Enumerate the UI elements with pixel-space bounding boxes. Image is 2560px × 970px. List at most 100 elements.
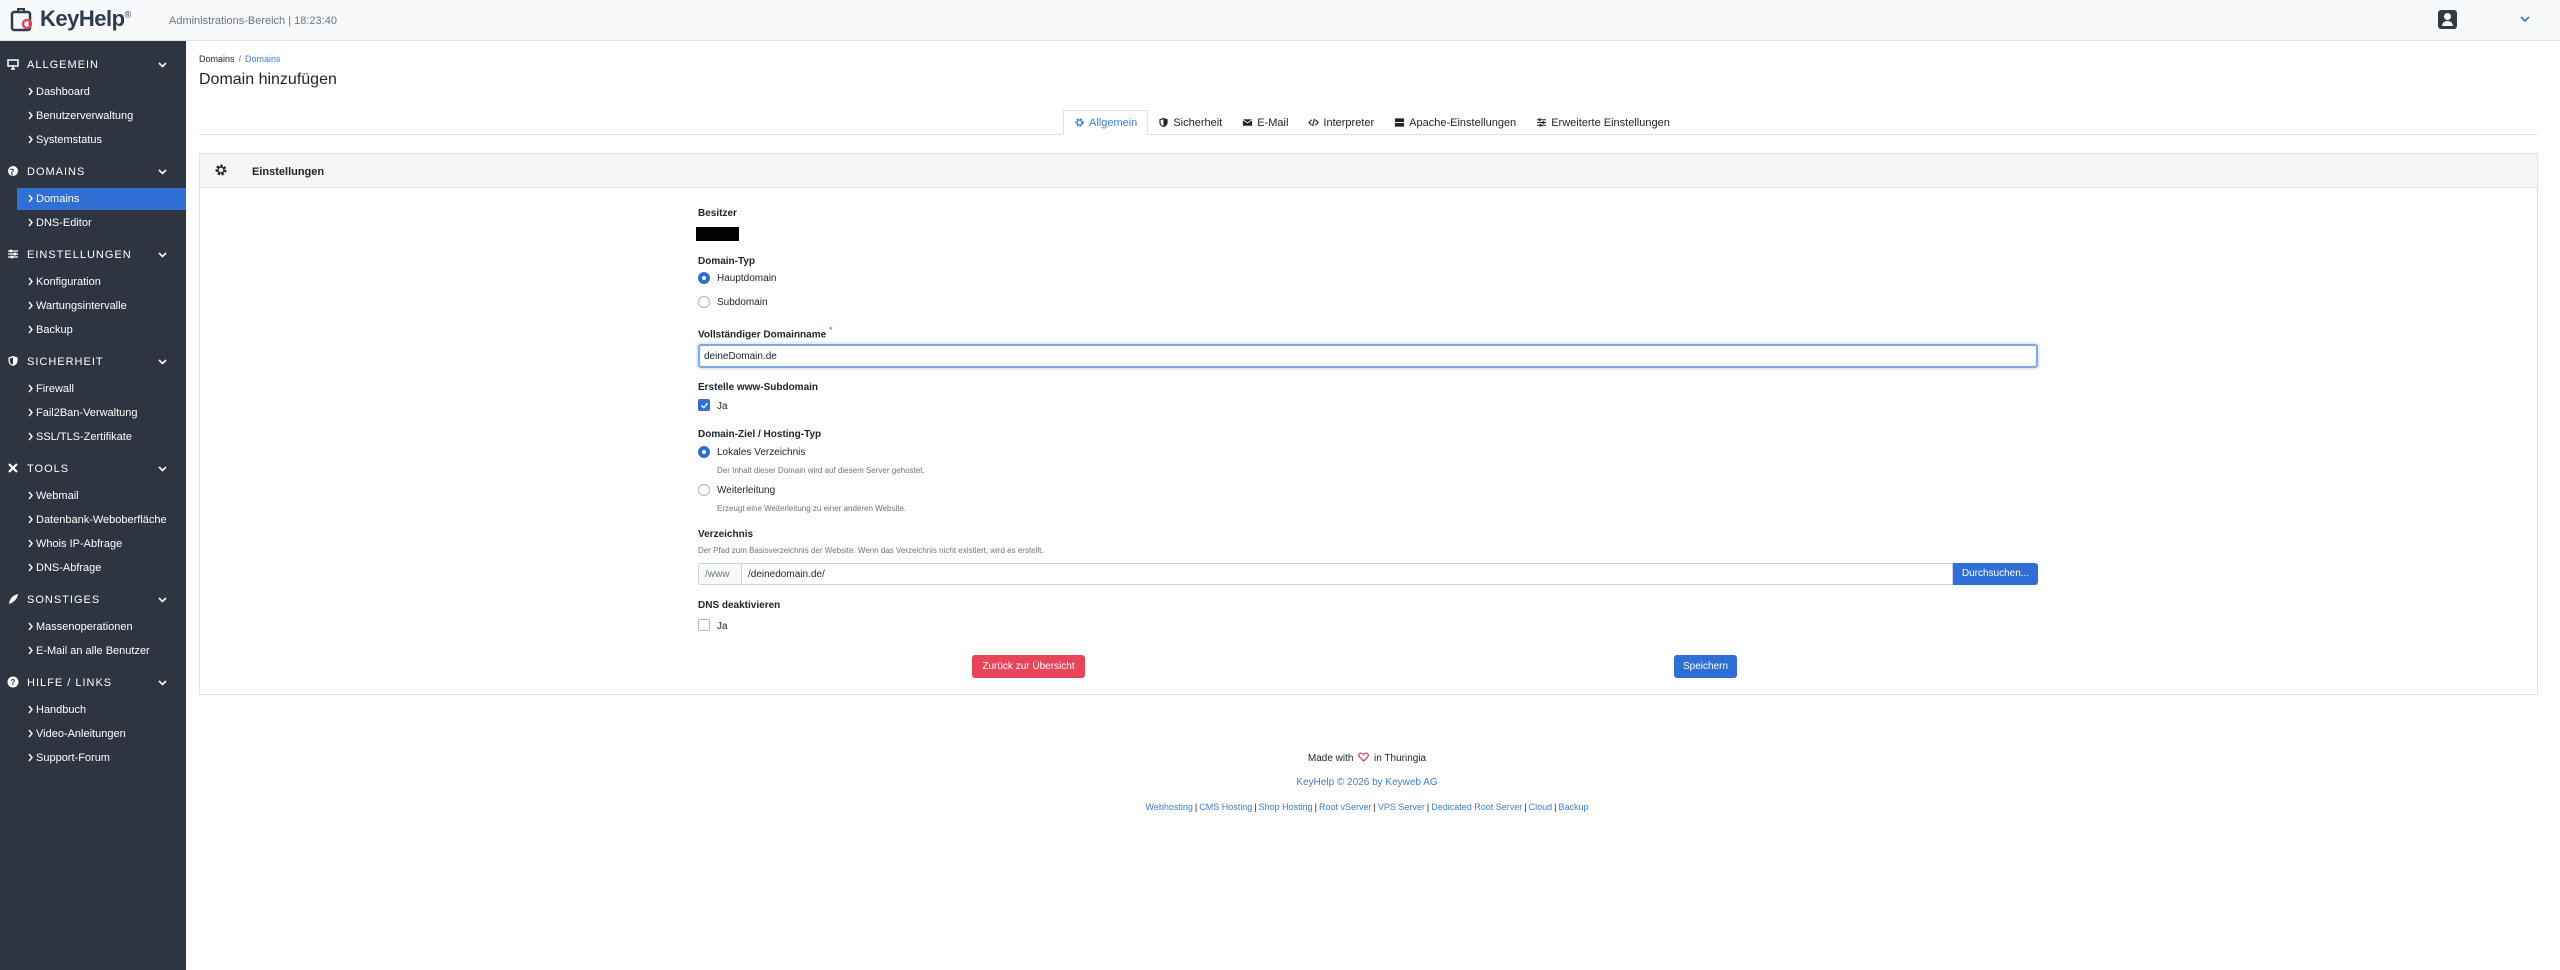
chevron-down-icon[interactable]: [2518, 12, 2532, 26]
sidebar-section-label: DOMAINS: [27, 166, 86, 178]
sidebar-item-fail2ban[interactable]: Fail2Ban-Verwaltung: [17, 402, 186, 424]
browse-button[interactable]: Durchsuchen...: [1953, 563, 2038, 585]
chevron-down-icon: [158, 62, 167, 68]
sidebar-item-domains[interactable]: Domains: [17, 188, 186, 210]
sidebar-section-hilfe[interactable]: ? HILFE / LINKS: [0, 667, 186, 697]
sidebar-item-video-anleitungen[interactable]: Video-Anleitungen: [17, 723, 186, 745]
sidebar-item-label: DNS-Abfrage: [36, 562, 102, 574]
footer-link-cms-hosting[interactable]: CMS Hosting: [1199, 802, 1252, 812]
sidebar-item-label: DNS-Editor: [36, 217, 92, 229]
radio-subdomain[interactable]: [698, 296, 710, 308]
footer-link-webhosting[interactable]: Webhosting: [1146, 802, 1193, 812]
sidebar-item-benutzerverwaltung[interactable]: Benutzerverwaltung: [17, 105, 186, 127]
keyhelp-logo-icon: [10, 6, 36, 32]
www-subdomain-checkbox[interactable]: [698, 399, 710, 411]
sidebar-item-email-all-users[interactable]: E-Mail an alle Benutzer: [17, 640, 186, 662]
sidebar-item-whois[interactable]: Whois IP-Abfrage: [17, 533, 186, 555]
option-subdomain: Subdomain: [717, 297, 768, 308]
dns-disable-checkbox[interactable]: [698, 619, 710, 631]
back-to-overview-button[interactable]: Zurück zur Übersicht: [972, 655, 1085, 678]
sidebar-section-tools[interactable]: TOOLS: [0, 453, 186, 483]
footer-copyright[interactable]: KeyHelp © 2026 by Keyweb AG: [1117, 777, 1617, 788]
sidebar-section-sonstiges[interactable]: SONSTIGES: [0, 584, 186, 614]
sidebar-section-allgemein[interactable]: ALLGEMEIN: [0, 49, 186, 79]
sidebar-item-dns-editor[interactable]: DNS-Editor: [17, 212, 186, 234]
sidebar-item-firewall[interactable]: Firewall: [17, 378, 186, 400]
chevron-right-icon: [28, 563, 33, 572]
chevron-down-icon: [158, 359, 167, 365]
footer-link-backup[interactable]: Backup: [1558, 802, 1588, 812]
tab-label: Erweiterte Einstellungen: [1551, 116, 1670, 129]
sidebar-item-support-forum[interactable]: Support-Forum: [17, 747, 186, 769]
chevron-right-icon: [28, 491, 33, 500]
radio-hauptdomain[interactable]: [698, 272, 710, 284]
sidebar-item-label: Firewall: [36, 383, 74, 395]
breadcrumb-current[interactable]: Domains: [245, 54, 281, 64]
sidebar-section-einstellungen[interactable]: EINSTELLUNGEN: [0, 239, 186, 269]
sidebar-item-dns-abfrage[interactable]: DNS-Abfrage: [17, 557, 186, 579]
admin-area-clock: Administrations-Bereich | 18:23:40: [169, 15, 337, 27]
directory-input[interactable]: /deinedomain.de/: [741, 563, 1953, 585]
sidebar-item-label: Konfiguration: [36, 276, 101, 288]
sidebar-section-sicherheit[interactable]: SICHERHEIT: [0, 346, 186, 376]
save-button[interactable]: Speichern: [1674, 655, 1737, 678]
sidebar-item-handbuch[interactable]: Handbuch: [17, 699, 186, 721]
sidebar-item-dashboard[interactable]: Dashboard: [17, 81, 186, 103]
footer-link-root-vserver[interactable]: Root vServer: [1319, 802, 1372, 812]
footer-link-cloud[interactable]: Cloud: [1529, 802, 1553, 812]
sidebar-item-wartungsintervalle[interactable]: Wartungsintervalle: [17, 295, 186, 317]
fqdn-input[interactable]: deineDomain.de: [698, 344, 2038, 368]
gear-icon: [215, 164, 227, 176]
keyhelp-logo[interactable]: KeyHelp®: [10, 6, 131, 32]
radio-redirect[interactable]: [698, 484, 710, 496]
sidebar-item-webmail[interactable]: Webmail: [17, 485, 186, 507]
sidebar-item-label: Backup: [36, 324, 73, 336]
chevron-right-icon: [28, 729, 33, 738]
breadcrumb-root[interactable]: Domains: [199, 54, 235, 64]
sidebar-item-label: Datenbank-Weboberfläche: [36, 514, 167, 526]
tab-apache[interactable]: Apache-Einstellungen: [1384, 110, 1526, 135]
user-account-icon[interactable]: [2438, 10, 2457, 29]
sidebar-item-ssl-tls[interactable]: SSL/TLS-Zertifikate: [17, 426, 186, 448]
chevron-right-icon: [28, 432, 33, 441]
sidebar-item-konfiguration[interactable]: Konfiguration: [17, 271, 186, 293]
chevron-right-icon: [28, 111, 33, 120]
page-title: Domain hinzufügen: [199, 71, 337, 88]
tab-label: E-Mail: [1257, 116, 1289, 129]
footer-link-vps-server[interactable]: VPS Server: [1378, 802, 1425, 812]
sidebar-item-backup[interactable]: Backup: [17, 319, 186, 341]
footer-link-shop-hosting[interactable]: Shop Hosting: [1259, 802, 1313, 812]
owner-select[interactable]: [696, 227, 739, 241]
chevron-right-icon: [28, 753, 33, 762]
sidebar-item-systemstatus[interactable]: Systemstatus: [17, 129, 186, 151]
chevron-right-icon: [28, 646, 33, 655]
monitor-icon: [7, 59, 19, 70]
option-hauptdomain: Hauptdomain: [717, 273, 777, 284]
top-bar: KeyHelp® Administrations-Bereich | 18:23…: [0, 0, 2560, 41]
tab-label: Sicherheit: [1173, 116, 1223, 129]
sidebar-item-massenoperationen[interactable]: Massenoperationen: [17, 616, 186, 638]
sidebar-item-datenbank[interactable]: Datenbank-Weboberfläche: [17, 509, 186, 531]
footer-link-dedicated-root-server[interactable]: Dedicated Root Server: [1431, 802, 1522, 812]
tab-email[interactable]: E-Mail: [1232, 110, 1298, 135]
footer-link-separator: |: [1373, 802, 1376, 812]
help-icon: ?: [7, 676, 19, 688]
tab-erweitert[interactable]: Erweiterte Einstellungen: [1526, 110, 1680, 135]
tab-divider: [199, 134, 2538, 135]
chevron-down-icon: [158, 252, 167, 258]
sliders-icon: [8, 249, 18, 259]
tab-sicherheit[interactable]: Sicherheit: [1148, 110, 1232, 135]
sidebar-section-domains[interactable]: DOMAINS: [0, 156, 186, 186]
sidebar-item-label: Wartungsintervalle: [36, 300, 127, 312]
footer-link-separator: |: [1426, 802, 1430, 812]
feather-icon: [9, 594, 18, 604]
sidebar-item-label: Systemstatus: [36, 134, 103, 146]
option-local-directory: Lokales Verzeichnis: [717, 447, 806, 458]
tab-allgemein[interactable]: Allgemein: [1063, 110, 1149, 135]
tab-bar: Allgemein Sicherheit E-Mail Interpreter …: [1063, 110, 1680, 135]
chevron-right-icon: [28, 515, 33, 524]
directory-help: Der Pfad zum Basisverzeichnis der Websit…: [698, 546, 1044, 555]
radio-local-directory[interactable]: [698, 446, 710, 458]
chevron-down-icon: [158, 680, 167, 686]
tab-interpreter[interactable]: Interpreter: [1298, 110, 1384, 135]
